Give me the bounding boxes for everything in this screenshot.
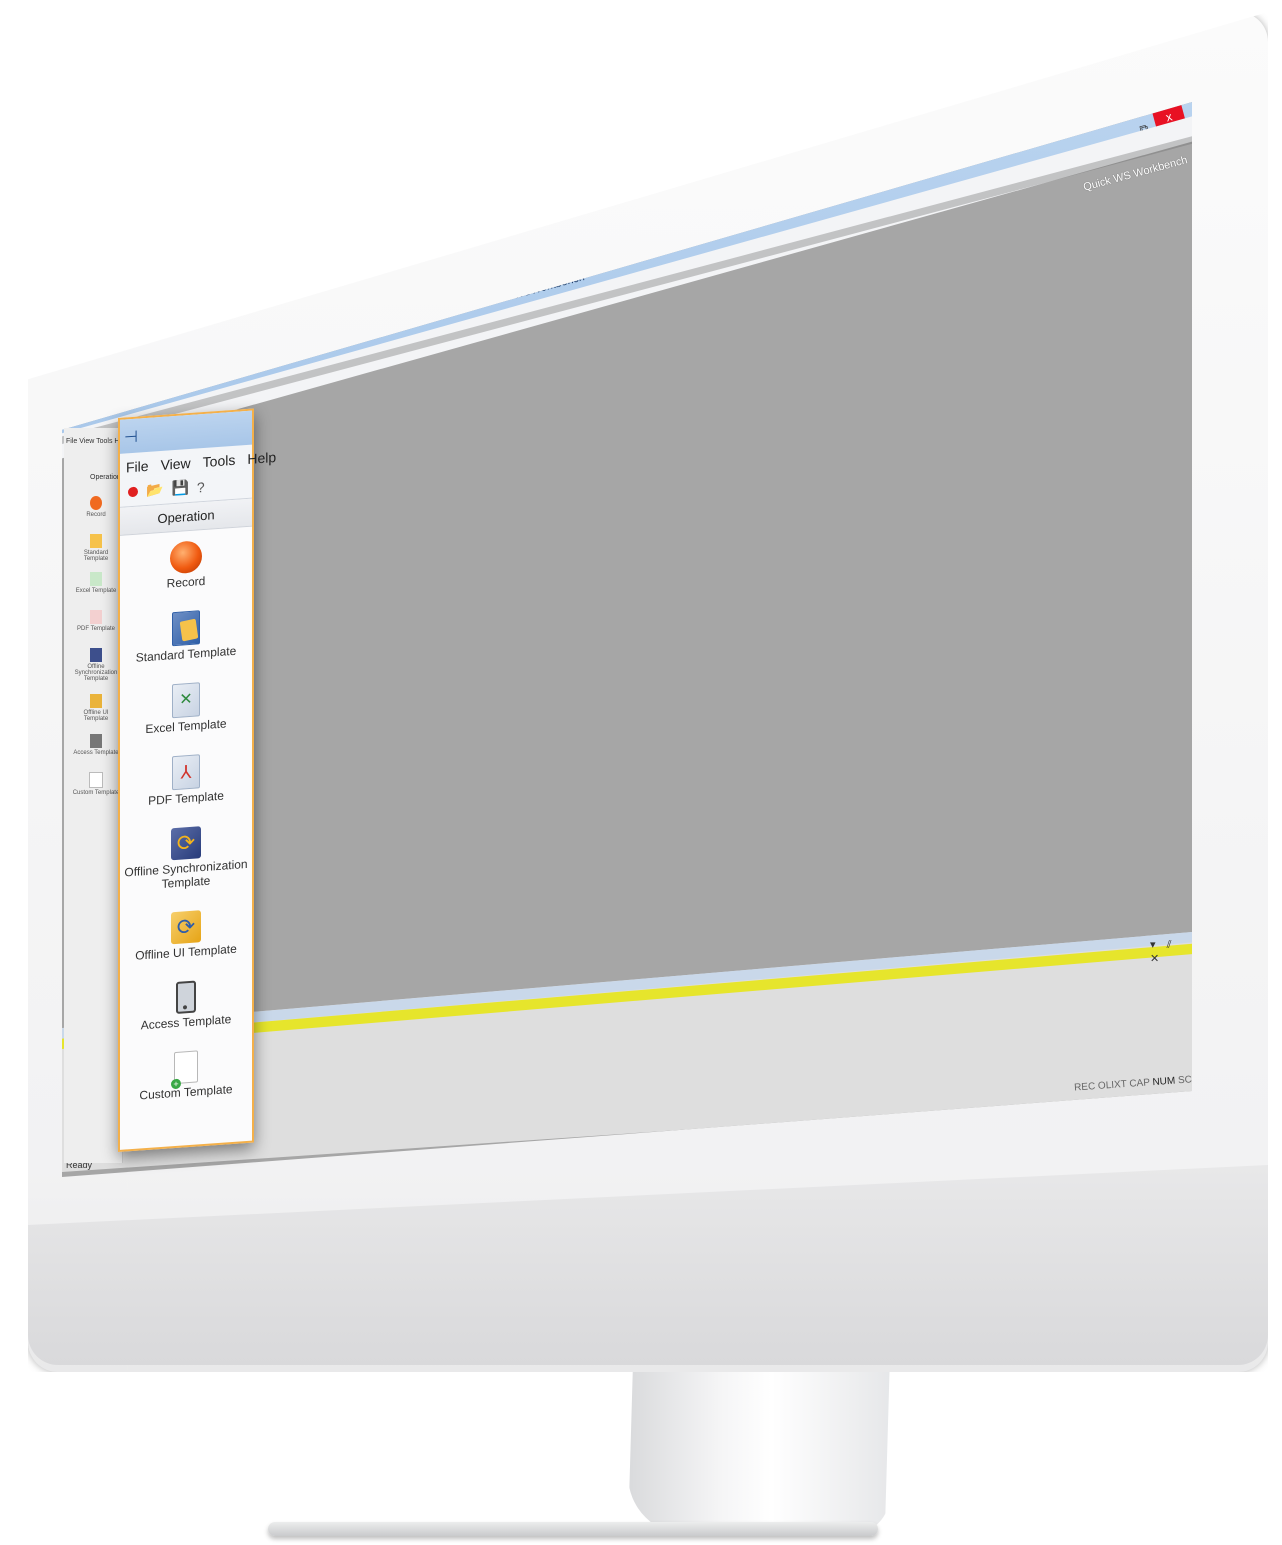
operation-label: Access Template xyxy=(140,1012,232,1033)
record-icon[interactable] xyxy=(128,486,138,497)
custom-template-icon xyxy=(174,1050,198,1085)
pdf-template-icon: ⅄ xyxy=(172,754,200,791)
sidebar-zoom-callout: ⊣ File View Tools Help 📂 💾 ? Operation R… xyxy=(118,408,276,1152)
monitor-stand xyxy=(628,1355,890,1535)
ghost-item-label: Excel Template xyxy=(75,588,117,594)
ghost-item-custom[interactable]: Custom Template xyxy=(72,772,120,796)
app-icon: ⊣ xyxy=(124,428,138,447)
standard-template-icon xyxy=(90,534,102,548)
custom-template-icon xyxy=(89,772,103,788)
ghost-item-label: Record xyxy=(86,512,106,518)
status-scrl: SCRL xyxy=(1177,1073,1192,1087)
operation-label: Record xyxy=(166,573,206,591)
operation-label: Standard Template xyxy=(135,643,237,665)
operation-pdf-template[interactable]: ⅄ PDF Template xyxy=(120,751,252,810)
operation-label: Custom Template xyxy=(139,1081,233,1103)
operation-record[interactable]: Record xyxy=(120,537,252,594)
operation-label: Offline UI Template xyxy=(135,941,237,963)
ghost-item-label: Standard Template xyxy=(83,550,109,562)
ghost-header: Operation xyxy=(90,474,121,481)
operation-excel-template[interactable]: ✕ Excel Template xyxy=(120,679,252,738)
ghost-item-access[interactable]: Access Template xyxy=(72,734,120,756)
ghost-item-pdf[interactable]: PDF Template xyxy=(72,610,120,632)
ghost-menu-tools[interactable]: Tools xyxy=(96,438,112,445)
ghost-menu-file[interactable]: File xyxy=(66,438,77,445)
excel-template-icon: ✕ xyxy=(172,682,200,719)
ghost-item-label: Access Template xyxy=(73,750,119,756)
monitor-stand-base xyxy=(268,1522,878,1536)
open-folder-icon[interactable]: 📂 xyxy=(146,481,163,499)
pdf-template-icon xyxy=(90,610,102,624)
status-rec: REC xyxy=(1073,1081,1096,1094)
operation-offline-sync-template[interactable]: ⟳ Offline Synchronization Template xyxy=(120,823,252,894)
operation-custom-template[interactable]: Custom Template xyxy=(120,1047,252,1104)
operation-standard-template[interactable]: Standard Template xyxy=(120,607,252,666)
operation-access-template[interactable]: Access Template xyxy=(120,977,252,1034)
ghost-item-label: Custom Template xyxy=(72,790,120,796)
sync-template-icon xyxy=(90,648,102,662)
ghost-item-standard[interactable]: Standard Template xyxy=(72,534,120,562)
status-olixt: OLIXT xyxy=(1097,1078,1128,1092)
ghost-item-record[interactable]: Record xyxy=(72,496,120,518)
menu-tools[interactable]: Tools xyxy=(203,452,236,470)
ghost-item-label: PDF Template xyxy=(77,626,115,632)
ghost-menu-view[interactable]: View xyxy=(79,438,94,445)
offline-ui-template-icon xyxy=(90,694,102,708)
operation-label: Offline Synchronization Template xyxy=(124,856,248,891)
offline-ui-template-icon: ⟳ xyxy=(171,910,201,945)
save-icon[interactable]: 💾 xyxy=(171,479,188,497)
status-cap: CAP xyxy=(1129,1077,1151,1090)
sync-template-icon: ⟳ xyxy=(171,826,201,861)
operation-label: Excel Template xyxy=(145,716,227,737)
operation-list: Record Standard Template ✕ Excel Templat… xyxy=(120,527,252,1104)
standard-template-icon xyxy=(172,610,200,647)
help-icon[interactable]: ? xyxy=(197,478,205,495)
record-icon xyxy=(90,496,102,510)
ghost-item-label: Offline Synchronization Template xyxy=(74,664,118,682)
menu-help[interactable]: Help xyxy=(247,449,276,467)
access-template-icon xyxy=(176,980,196,1014)
ghost-item-offline-ui[interactable]: Offline UI Template xyxy=(72,694,120,722)
menu-file[interactable]: File xyxy=(126,458,149,476)
ghost-item-sync[interactable]: Offline Synchronization Template xyxy=(72,648,120,682)
status-num: NUM xyxy=(1152,1075,1176,1089)
access-template-icon xyxy=(90,734,102,748)
operation-offline-ui-template[interactable]: ⟳ Offline UI Template xyxy=(120,907,252,964)
record-icon xyxy=(170,540,202,575)
ghost-item-excel[interactable]: Excel Template xyxy=(72,572,120,594)
menu-view[interactable]: View xyxy=(161,455,191,473)
pane-controls[interactable]: ▾ ⫽ ✕ xyxy=(1150,938,1192,965)
excel-template-icon xyxy=(90,572,102,586)
ghost-item-label: Offline UI Template xyxy=(83,710,109,722)
operation-label: PDF Template xyxy=(148,788,224,808)
